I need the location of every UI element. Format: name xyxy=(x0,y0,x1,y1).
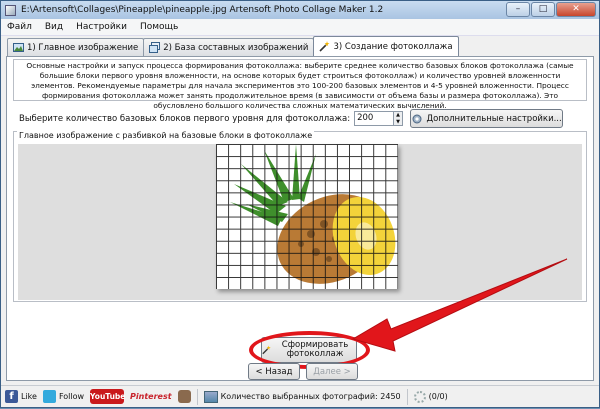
tab-create-collage[interactable]: 3) Создание фотоколлажа xyxy=(313,36,459,56)
advanced-settings-button[interactable]: Дополнительные настройки... xyxy=(410,109,564,128)
block-count-row: Выберите количество базовых блоков перво… xyxy=(19,109,564,128)
back-button[interactable]: < Назад xyxy=(248,363,300,380)
preview-group: Главное изображение с разбивкой на базов… xyxy=(13,131,587,302)
progress-text: (0/0) xyxy=(428,392,448,401)
tab-strip: 1) Главное изображение 2) База составных… xyxy=(7,36,459,56)
block-count-input[interactable]: 200 xyxy=(354,111,395,126)
menu-bar: Файл Вид Настройки Помощь xyxy=(1,19,599,36)
tab-main-image[interactable]: 1) Главное изображение xyxy=(7,38,145,56)
facebook-like-button[interactable]: f Like xyxy=(5,389,37,404)
tab-label: 2) База составных изображений xyxy=(163,42,309,53)
menu-view[interactable]: Вид xyxy=(45,22,63,32)
status-bar: f Like Follow YouTube Pinterest Количест… xyxy=(1,385,599,407)
progress-status: (0/0) xyxy=(413,389,448,404)
collage-panel: Основные настройки и запуск процесса фор… xyxy=(6,56,594,381)
block-grid-overlay xyxy=(216,144,398,289)
menu-settings[interactable]: Настройки xyxy=(76,22,127,32)
advanced-settings-label: Дополнительные настройки... xyxy=(426,113,562,124)
spin-down-icon[interactable]: ▼ xyxy=(394,118,403,125)
twitter-icon xyxy=(42,390,56,403)
youtube-button[interactable]: YouTube xyxy=(90,389,125,404)
pinterest-label: Pinterest xyxy=(130,392,172,401)
preview-title: Главное изображение с разбивкой на базов… xyxy=(17,131,315,140)
pinterest-button[interactable]: Pinterest xyxy=(130,389,172,404)
spinner-icon xyxy=(413,390,426,403)
title-bar: E:\Artensoft\Collages\Pineapple\pineappl… xyxy=(1,1,599,19)
tab-image-base[interactable]: 2) База составных изображений xyxy=(143,38,315,56)
magic-wand-icon xyxy=(319,41,330,52)
photos-icon xyxy=(203,390,218,403)
image-icon xyxy=(13,43,24,52)
main-image-preview xyxy=(216,144,398,289)
tab-label: 1) Главное изображение xyxy=(27,42,139,53)
follow-label: Follow xyxy=(58,392,85,401)
selected-photos-status: Количество выбранных фотографий: 2450 xyxy=(203,389,401,404)
next-button: Далее > xyxy=(306,363,358,380)
settings-icon xyxy=(412,114,422,123)
maximize-button[interactable]: □ xyxy=(531,2,555,17)
status-separator xyxy=(196,388,198,405)
window-title: E:\Artensoft\Collages\Pineapple\pineappl… xyxy=(21,5,384,15)
instagram-icon[interactable] xyxy=(177,390,191,403)
description-text: Основные настройки и запуск процесса фор… xyxy=(13,59,587,110)
app-icon xyxy=(5,4,16,16)
app-window: E:\Artensoft\Collages\Pineapple\pineappl… xyxy=(0,0,600,408)
block-count-spinner[interactable]: 200 ▲ ▼ xyxy=(354,111,404,126)
minimize-button[interactable]: – xyxy=(506,2,530,17)
tab-label: 3) Создание фотоколлажа xyxy=(333,41,453,52)
preview-area xyxy=(18,144,582,300)
selected-photos-text: Количество выбранных фотографий: 2450 xyxy=(220,392,401,401)
menu-file[interactable]: Файл xyxy=(7,22,32,32)
facebook-icon: f xyxy=(5,390,18,403)
block-count-label: Выберите количество базовых блоков перво… xyxy=(19,113,351,124)
menu-help[interactable]: Помощь xyxy=(140,22,178,32)
status-separator xyxy=(406,388,408,405)
wizard-nav: < Назад Далее > xyxy=(248,363,358,380)
close-button[interactable]: ✕ xyxy=(556,2,596,17)
like-label: Like xyxy=(21,392,37,401)
images-icon xyxy=(149,42,161,53)
twitter-follow-button[interactable]: Follow xyxy=(42,389,85,404)
